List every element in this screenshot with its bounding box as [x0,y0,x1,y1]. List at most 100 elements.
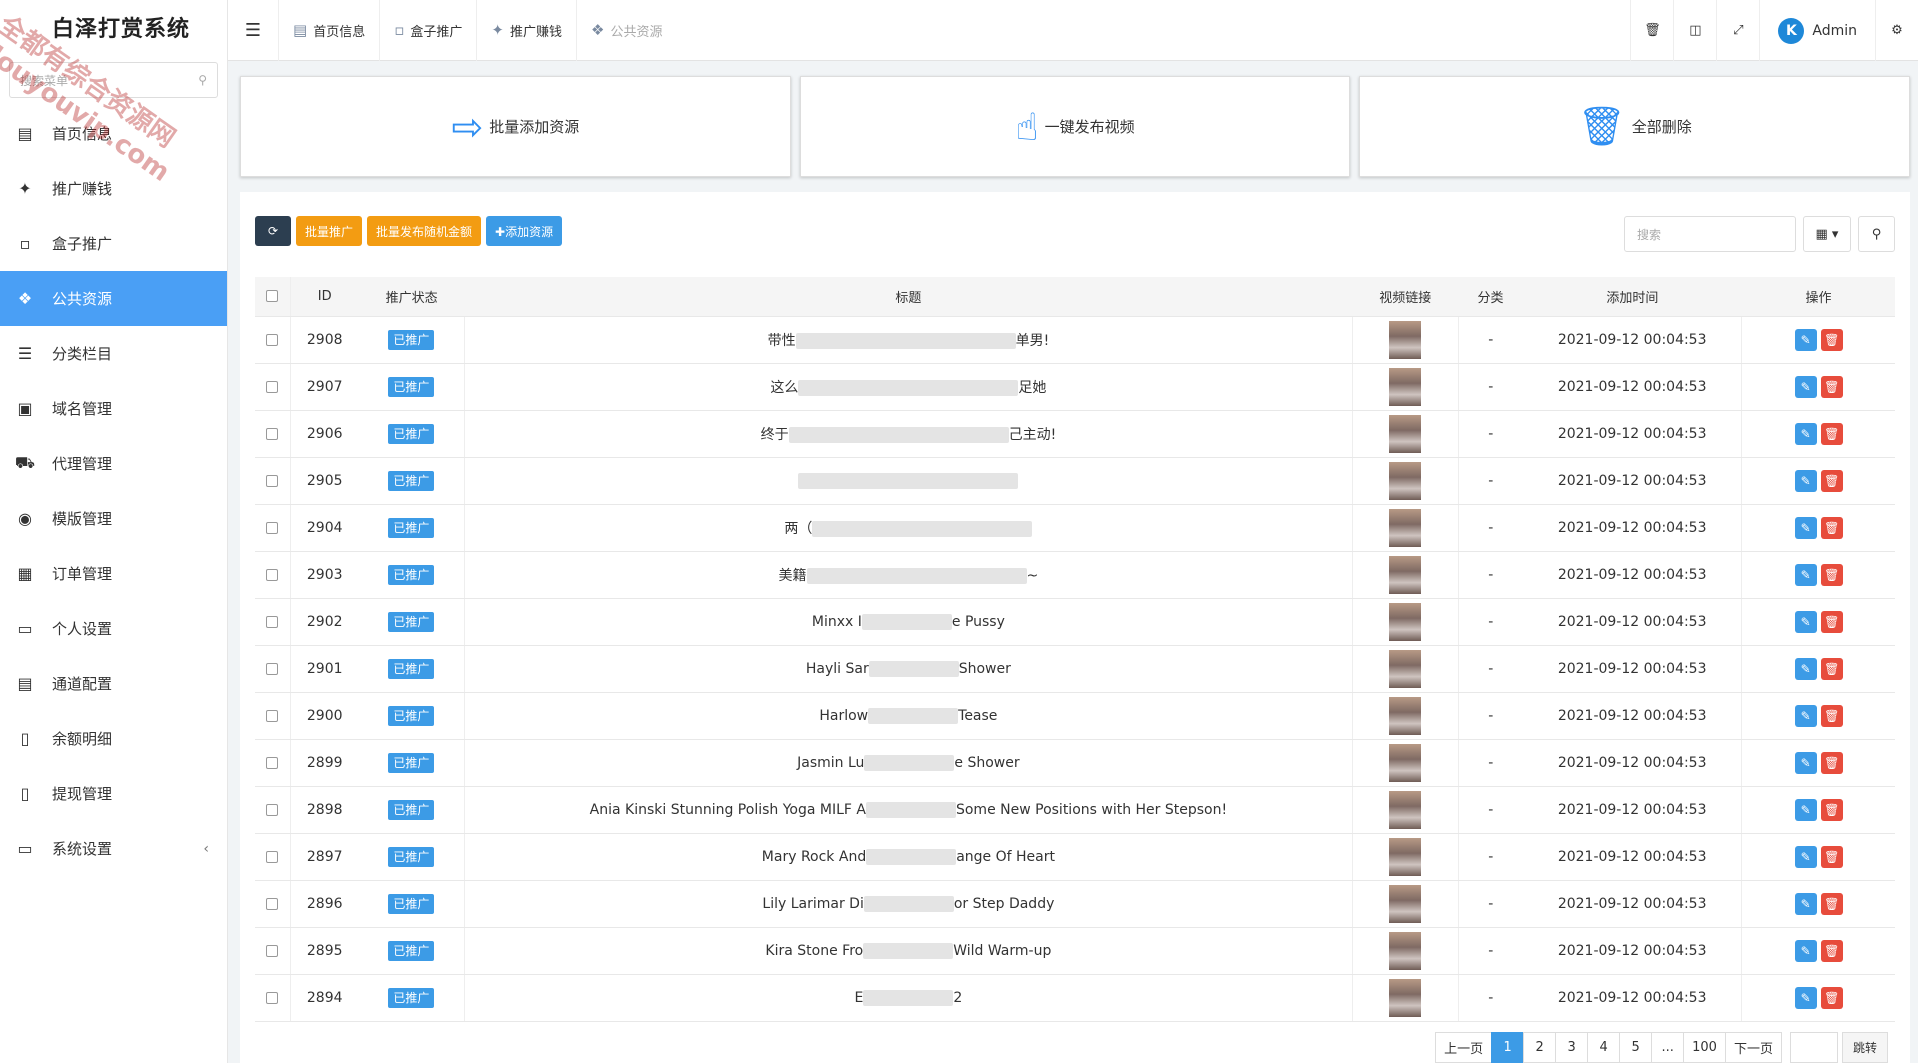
edit-button[interactable]: ✎ [1794,610,1817,633]
status-badge[interactable]: 已推广 [388,564,435,585]
row-checkbox[interactable] [266,568,279,581]
edit-button[interactable]: ✎ [1794,892,1817,915]
status-badge[interactable]: 已推广 [388,846,435,867]
row-checkbox-cell[interactable] [255,786,291,834]
row-checkbox-cell[interactable] [255,974,291,1022]
delete-button[interactable]: 🗑 [1820,422,1843,445]
sidebar-search-input[interactable]: 搜索菜单 ⚲ [9,62,218,98]
admin-menu[interactable]: K Admin [1759,0,1875,61]
table-row[interactable]: 2902 已推广 Minxx I e Pussy -2021-09-12 00:04:5… [255,598,1895,646]
status-badge[interactable]: 已推广 [388,752,435,773]
row-checkbox-cell[interactable] [255,598,291,646]
col-video-link[interactable]: 视频链接 [1352,277,1459,317]
video-thumbnail[interactable] [1389,884,1422,923]
row-checkbox-cell[interactable] [255,410,291,458]
video-thumbnail[interactable] [1389,461,1422,500]
status-badge[interactable]: 已推广 [388,799,435,820]
clear-cache-trash-icon[interactable]: 🗑 [1630,0,1673,61]
video-thumbnail[interactable] [1389,931,1422,970]
edit-button[interactable]: ✎ [1794,563,1817,586]
refresh-button[interactable]: ⟳ [255,216,291,246]
jump-button[interactable]: 跳转 [1841,1032,1888,1063]
edit-button[interactable]: ✎ [1794,939,1817,962]
row-checkbox-cell[interactable] [255,880,291,928]
next-page-button[interactable]: 下一页 [1724,1032,1782,1063]
delete-button[interactable]: 🗑 [1820,751,1843,774]
row-checkbox-cell[interactable] [255,316,291,364]
edit-button[interactable]: ✎ [1794,986,1817,1009]
row-checkbox-cell[interactable] [255,645,291,693]
table-row[interactable]: 2896 已推广 Lily Larimar Di or Step Daddy -2021… [255,880,1895,928]
edit-button[interactable]: ✎ [1794,422,1817,445]
select-all-checkbox[interactable] [266,290,279,303]
table-row[interactable]: 2904 已推广 两（ -2021-09-12 00:04:53 ✎ 🗑 [255,504,1895,552]
delete-button[interactable]: 🗑 [1820,657,1843,680]
row-checkbox[interactable] [266,615,279,628]
batch-random-amount-button[interactable]: 批量发布随机金额 [367,216,482,246]
sidebar-item-9[interactable]: ▭ 个人设置 [0,601,227,656]
delete-button[interactable]: 🗑 [1820,704,1843,727]
translate-icon[interactable]: ◫ [1673,0,1716,61]
tab-public-resources[interactable]: ❖ 公共资源 [575,0,676,61]
status-badge[interactable]: 已推广 [388,940,435,961]
video-thumbnail[interactable] [1389,367,1422,406]
row-checkbox[interactable] [266,944,279,957]
video-thumbnail[interactable] [1389,696,1422,735]
col-added-time[interactable]: 添加时间 [1522,277,1742,317]
sidebar-item-12[interactable]: ▯ 提现管理 [0,766,227,821]
delete-button[interactable]: 🗑 [1820,563,1843,586]
video-thumbnail[interactable] [1389,320,1422,359]
col-status[interactable]: 推广状态 [358,277,465,317]
status-badge[interactable]: 已推广 [388,611,435,632]
table-row[interactable]: 2905 已推广 -2021-09-12 00:04:53 ✎ 🗑 [255,457,1895,505]
page-button[interactable]: 100 [1683,1032,1726,1063]
video-thumbnail[interactable] [1389,602,1422,641]
delete-all-card[interactable]: 🗑 全部删除 [1359,76,1911,177]
delete-button[interactable]: 🗑 [1820,469,1843,492]
video-thumbnail[interactable] [1389,649,1422,688]
status-badge[interactable]: 已推广 [388,376,435,397]
row-checkbox-cell[interactable] [255,927,291,975]
row-checkbox[interactable] [266,850,279,863]
col-category[interactable]: 分类 [1458,277,1523,317]
page-button[interactable]: 2 [1523,1032,1557,1063]
video-thumbnail[interactable] [1389,743,1422,782]
video-thumbnail[interactable] [1389,508,1422,547]
delete-button[interactable]: 🗑 [1820,516,1843,539]
row-checkbox[interactable] [266,427,279,440]
row-checkbox[interactable] [266,474,279,487]
table-row[interactable]: 2899 已推广 Jasmin Lu e Shower -2021-09-12 00:0… [255,739,1895,787]
page-button[interactable]: 3 [1555,1032,1589,1063]
delete-button[interactable]: 🗑 [1820,986,1843,1009]
search-button[interactable]: ⚲ [1858,216,1895,252]
table-row[interactable]: 2894 已推广 E 2-2021-09-12 00:04:53 ✎ 🗑 [255,974,1895,1022]
table-row[interactable]: 2908 已推广 带性 单男! -2021-09-12 00:04:53 ✎ 🗑 [255,316,1895,364]
delete-button[interactable]: 🗑 [1820,845,1843,868]
row-checkbox-cell[interactable] [255,739,291,787]
page-button[interactable]: 1 [1491,1032,1525,1063]
column-toggle-button[interactable]: ▦ ▾ [1803,216,1851,252]
video-thumbnail[interactable] [1389,414,1422,453]
edit-button[interactable]: ✎ [1794,751,1817,774]
tab-promote-earn[interactable]: ✦ 推广赚钱 [476,0,576,61]
edit-button[interactable]: ✎ [1794,328,1817,351]
row-checkbox-cell[interactable] [255,551,291,599]
add-resource-button[interactable]: ✚添加资源 [486,216,563,246]
col-title[interactable]: 标题 [464,277,1353,317]
status-badge[interactable]: 已推广 [388,705,435,726]
table-row[interactable]: 2907 已推广 这么 足她 -2021-09-12 00:04:53 ✎ 🗑 [255,363,1895,411]
row-checkbox[interactable] [266,897,279,910]
jump-page-input[interactable] [1789,1032,1838,1063]
one-click-publish-card[interactable]: ☝ 一键发布视频 [799,76,1351,177]
sidebar-item-7[interactable]: ◉ 模版管理 [0,491,227,546]
delete-button[interactable]: 🗑 [1820,939,1843,962]
status-badge[interactable]: 已推广 [388,423,435,444]
table-row[interactable]: 2895 已推广 Kira Stone Fro Wild Warm-up -2021-0… [255,927,1895,975]
sidebar-item-0[interactable]: ▤ 首页信息 [0,106,227,161]
delete-button[interactable]: 🗑 [1820,328,1843,351]
table-row[interactable]: 2898 已推广 Ania Kinski Stunning Polish Yoga … [255,786,1895,834]
sidebar-item-10[interactable]: ▤ 通道配置 [0,656,227,711]
tab-home[interactable]: ▤ 首页信息 [278,0,379,61]
edit-button[interactable]: ✎ [1794,516,1817,539]
sidebar-item-4[interactable]: ☰ 分类栏目 [0,326,227,381]
